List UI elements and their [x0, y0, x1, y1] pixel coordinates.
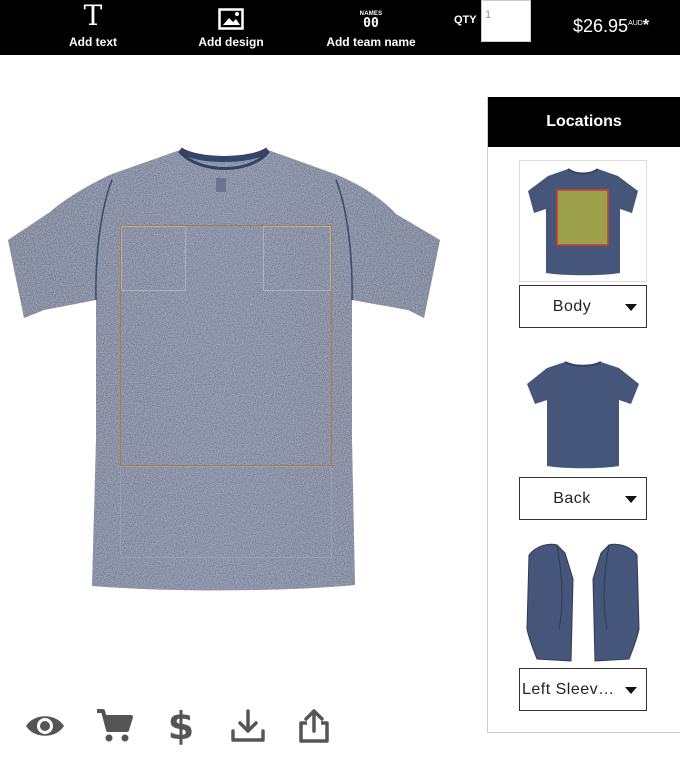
image-icon: [218, 8, 244, 30]
cart-icon: [97, 709, 133, 742]
download-icon: [231, 709, 265, 742]
location-select-back[interactable]: Back: [519, 477, 647, 520]
location-select-left-sleeve-value: Left Sleeve (Short): [522, 680, 620, 698]
location-thumb-back[interactable]: [519, 352, 647, 477]
price-display: $26.95AUD*: [573, 16, 649, 37]
location-select-back-value: Back: [553, 489, 591, 507]
location-select-body[interactable]: Body: [519, 285, 647, 328]
eye-icon: [26, 716, 64, 736]
cart-button[interactable]: [94, 705, 134, 747]
share-button[interactable]: [294, 705, 334, 747]
locations-title: Locations: [488, 97, 680, 147]
top-toolbar: T Add text Add design NAMES 00 Add team …: [0, 0, 680, 55]
add-design-label: Add design: [198, 35, 264, 49]
text-icon: T: [83, 0, 103, 32]
tshirt-back-thumbnail-icon: [527, 361, 639, 469]
add-design-button[interactable]: Add design: [195, 0, 267, 55]
location-select-body-value: Body: [552, 297, 592, 315]
location-thumb-body[interactable]: [519, 160, 647, 282]
locations-panel: Locations Body Back Left Sleeve (Short): [487, 97, 680, 733]
share-icon: [299, 709, 329, 743]
qty-label: QTY: [454, 14, 477, 26]
tshirt-front-thumbnail-icon: [528, 168, 638, 276]
sleeve-thumbnail-icon: [526, 543, 640, 662]
pricing-button[interactable]: $: [164, 705, 198, 747]
price-currency: AUD: [628, 20, 643, 27]
price-footnote-mark: *: [642, 17, 650, 34]
qty-input[interactable]: [481, 0, 531, 42]
location-thumb-left-sleeve[interactable]: [519, 539, 647, 667]
add-team-name-label: Add team name: [326, 35, 416, 49]
dollar-icon: $: [167, 704, 195, 748]
chevron-down-icon: [625, 687, 637, 694]
print-area-body[interactable]: [120, 225, 332, 466]
preview-button[interactable]: [24, 705, 66, 747]
chevron-down-icon: [625, 304, 637, 311]
chevron-down-icon: [625, 496, 637, 503]
print-guide-lower: [120, 466, 332, 558]
add-text-button[interactable]: T Add text: [62, 0, 124, 55]
download-button[interactable]: [228, 705, 268, 747]
team-name-icon: NAMES 00: [359, 11, 383, 31]
add-team-name-button[interactable]: NAMES 00 Add team name: [325, 0, 417, 55]
price-value: $26.95: [573, 16, 629, 36]
add-text-label: Add text: [69, 35, 117, 49]
location-select-left-sleeve[interactable]: Left Sleeve (Short): [519, 668, 647, 711]
